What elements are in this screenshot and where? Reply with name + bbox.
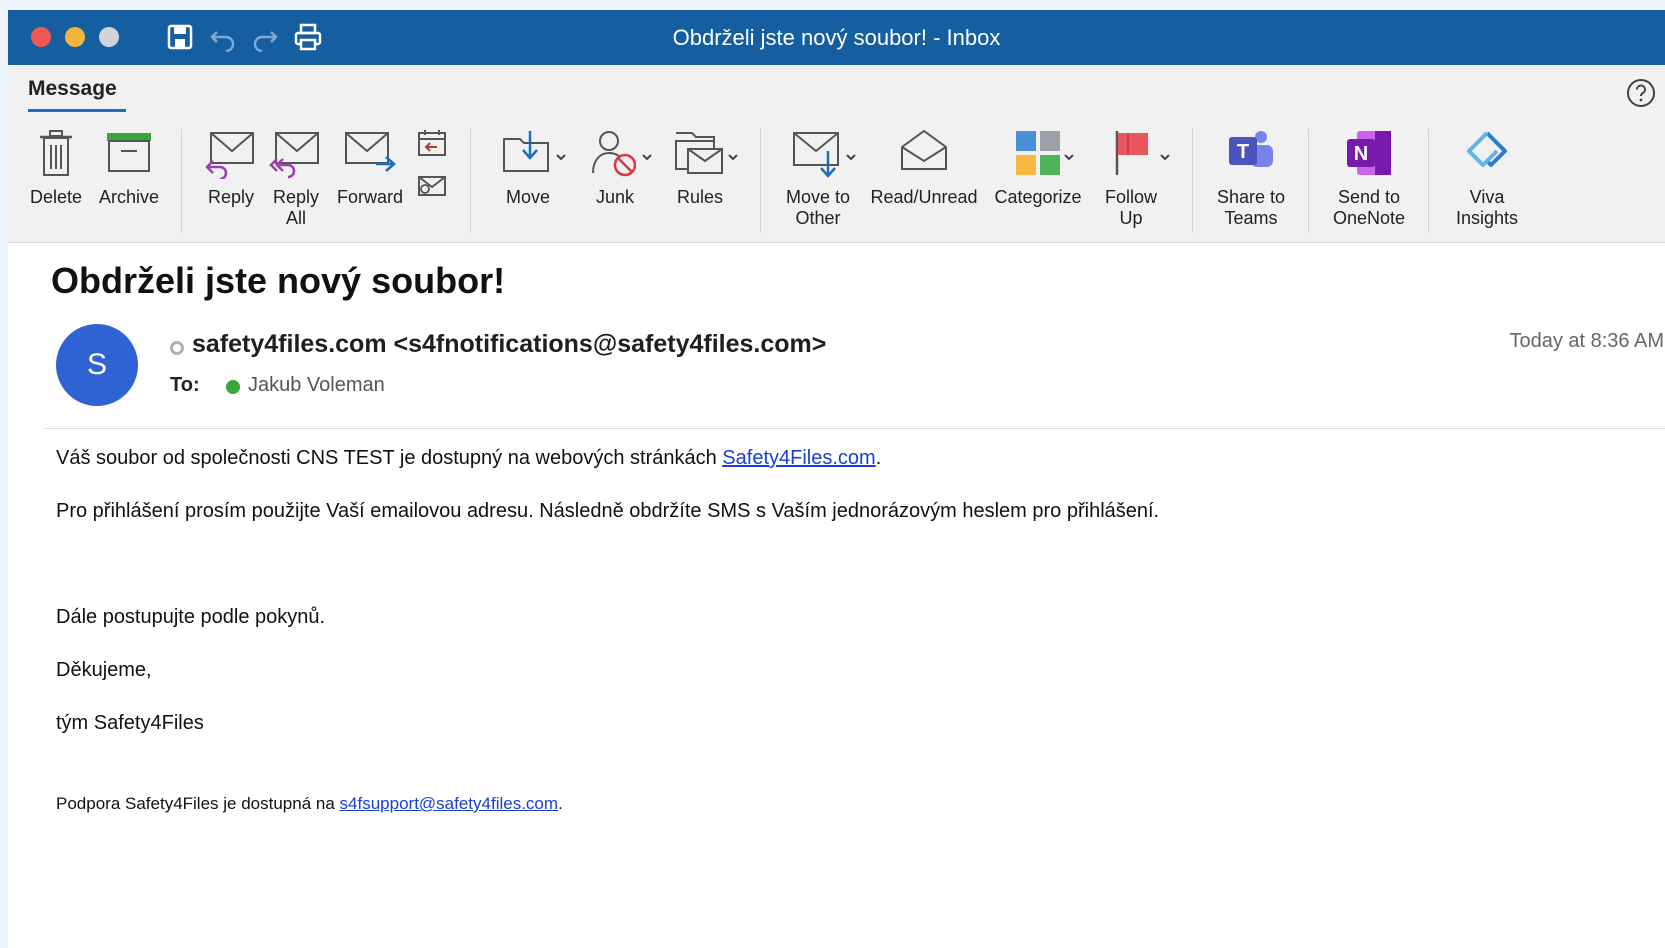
reply-all-label: Reply All — [272, 187, 320, 228]
sender-address[interactable]: safety4files.com <s4fnotifications@safet… — [192, 330, 826, 359]
recipient-name[interactable]: Jakub Voleman — [248, 374, 385, 397]
title-bar: Obdrželi jste nový soubor! - Inbox — [8, 10, 1665, 65]
body-paragraph-5: tým Safety4Files — [56, 712, 204, 734]
send-to-onenote-label: Send to OneNote — [1332, 187, 1406, 228]
archive-icon — [107, 133, 151, 172]
categorize-icon — [1016, 131, 1060, 175]
footer-text: Podpora Safety4Files je dostupná na — [56, 794, 340, 813]
read-unread-button[interactable]: Read/Unread — [866, 127, 982, 208]
trash-icon — [40, 130, 72, 176]
chevron-down-icon[interactable] — [641, 151, 653, 163]
forward-icon — [345, 132, 396, 172]
ribbon-separator — [760, 129, 761, 233]
body-text: Váš soubor od společnosti CNS TEST je do… — [56, 447, 723, 469]
send-to-onenote-button[interactable]: N Send to OneNote — [1324, 127, 1414, 229]
chevron-down-icon[interactable] — [555, 151, 567, 163]
move-to-other-label: Move to Other — [785, 187, 851, 228]
ribbon-separator — [1192, 129, 1193, 233]
message-subject: Obdrželi jste nový soubor! — [51, 260, 506, 301]
move-icon — [503, 131, 549, 172]
reply-button[interactable]: Reply — [198, 127, 264, 208]
body-text: . — [875, 447, 882, 469]
rules-icon — [675, 132, 723, 174]
envelope-open-icon — [901, 129, 947, 170]
move-to-other-button[interactable]: Move to Other — [778, 127, 858, 229]
reply-all-icon — [269, 132, 319, 179]
calendar-reply-icon — [418, 130, 446, 156]
move-to-other-icon — [793, 132, 839, 178]
ribbon-separator — [1308, 129, 1309, 233]
footer-text: . — [558, 794, 563, 813]
follow-up-button[interactable]: Follow Up — [1098, 127, 1164, 229]
delete-label: Delete — [29, 187, 83, 207]
svg-text:T: T — [1237, 141, 1249, 163]
junk-icon — [592, 131, 637, 177]
move-button[interactable]: Move — [490, 127, 566, 208]
to-label: To: — [170, 374, 200, 396]
forward-button[interactable]: Forward — [330, 127, 410, 208]
teams-icon: T — [1229, 131, 1273, 167]
body-paragraph-4: Děkujeme, — [56, 659, 152, 681]
archive-label: Archive — [98, 187, 160, 207]
window-title: Obdrželi jste nový soubor! - Inbox — [672, 25, 1001, 50]
junk-label: Junk — [595, 187, 635, 207]
ribbon-separator — [1428, 129, 1429, 233]
chevron-down-icon[interactable] — [1063, 151, 1075, 163]
read-unread-label: Read/Unread — [870, 187, 978, 207]
follow-up-label: Follow Up — [1104, 187, 1157, 228]
outlook-window: Obdrželi jste nový soubor! - Inbox Messa… — [8, 10, 1665, 948]
delete-button[interactable]: Delete — [24, 127, 88, 208]
recipient-presence-icon — [226, 380, 240, 394]
rules-label: Rules — [676, 187, 724, 207]
share-to-teams-button[interactable]: T Share to Teams — [1208, 127, 1294, 229]
categorize-button[interactable]: Categorize — [988, 127, 1088, 208]
flag-icon — [1115, 131, 1148, 175]
meeting-reply-button[interactable] — [414, 127, 450, 201]
sender-presence-icon — [170, 341, 184, 355]
viva-insights-icon — [1467, 131, 1507, 167]
more-respond-icon — [418, 176, 446, 196]
svg-text:N: N — [1354, 143, 1368, 165]
junk-button[interactable]: Junk — [582, 127, 648, 208]
ribbon-separator — [181, 129, 182, 233]
reply-all-button[interactable]: Reply All — [264, 127, 328, 229]
chevron-down-icon[interactable] — [1159, 151, 1171, 163]
categorize-label: Categorize — [994, 187, 1082, 207]
ribbon-separator — [470, 129, 471, 233]
tab-message[interactable]: Message — [28, 77, 117, 101]
archive-button[interactable]: Archive — [94, 127, 164, 208]
chevron-down-icon[interactable] — [727, 151, 739, 163]
share-to-teams-label: Share to Teams — [1216, 187, 1286, 228]
onenote-icon: N — [1347, 131, 1391, 175]
tab-active-indicator — [28, 109, 126, 112]
move-label: Move — [505, 187, 550, 207]
safety4files-link[interactable]: Safety4Files.com — [722, 447, 875, 469]
reply-icon — [205, 132, 254, 179]
reply-label: Reply — [207, 187, 255, 207]
viva-insights-button[interactable]: Viva Insights — [1444, 127, 1530, 229]
ribbon: Delete Archive Reply Reply All Forward M… — [8, 121, 1665, 243]
rules-button[interactable]: Rules — [664, 127, 736, 208]
ribbon-tab-row: Message — [8, 65, 1665, 121]
body-paragraph-1: Váš soubor od společnosti CNS TEST je do… — [56, 447, 881, 470]
forward-label: Forward — [336, 187, 403, 207]
message-date: Today at 8:36 AM — [1509, 330, 1664, 352]
header-divider — [44, 428, 1665, 429]
avatar[interactable]: S — [56, 324, 138, 406]
help-icon[interactable] — [1625, 77, 1657, 109]
chevron-down-icon[interactable] — [845, 151, 857, 163]
body-paragraph-3: Dále postupujte podle pokynů. — [56, 606, 326, 628]
support-email-link[interactable]: s4fsupport@safety4files.com — [340, 794, 559, 813]
body-footer: Podpora Safety4Files je dostupná na s4fs… — [56, 794, 563, 814]
viva-insights-label: Viva Insights — [1455, 187, 1519, 228]
body-paragraph-2: Pro přihlášení prosím použijte Vaší emai… — [56, 500, 1160, 522]
